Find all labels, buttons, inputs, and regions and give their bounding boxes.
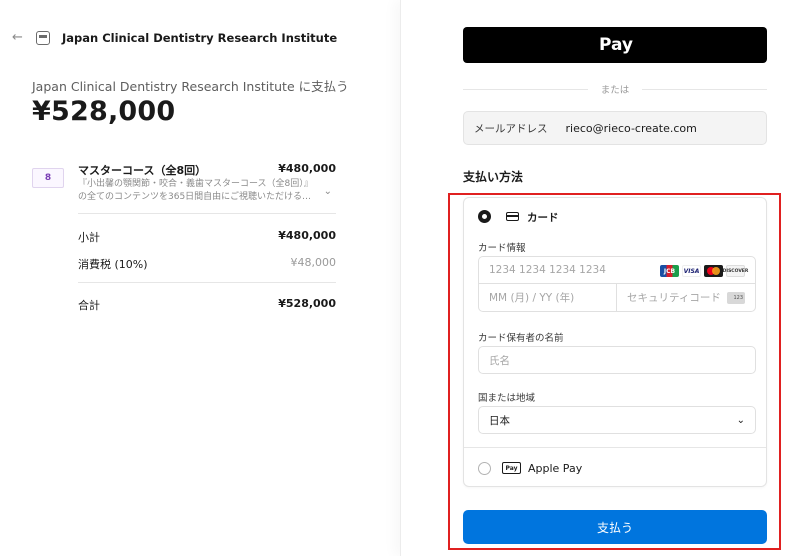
highlight-box <box>448 193 781 550</box>
subtotal-label: 小計 <box>78 231 100 244</box>
email-value: rieco@rieco-create.com <box>565 121 697 135</box>
chevron-down-icon[interactable]: ⌄ <box>324 186 332 197</box>
total-amount: ¥528,000 <box>32 96 176 127</box>
item-description: 『小出馨の顎関節・咬合・義歯マスターコース（全8回）』 の全てのコンテンツを36… <box>78 179 318 202</box>
tax-label: 消費税 (10%) <box>78 258 148 271</box>
pay-to-text: Japan Clinical Dentistry Research Instit… <box>32 79 349 94</box>
order-summary-panel: ← Japan Clinical Dentistry Research Inst… <box>0 0 400 556</box>
arrow-left-icon[interactable]: ← <box>12 30 28 45</box>
merchant-name: Japan Clinical Dentistry Research Instit… <box>62 30 338 45</box>
item-name: マスターコース（全8回） <box>78 164 207 177</box>
item-price: ¥480,000 <box>278 162 336 175</box>
merchant-header: ← Japan Clinical Dentistry Research Inst… <box>12 30 337 45</box>
total-label: 合計 <box>78 299 100 312</box>
store-icon <box>36 30 50 45</box>
divider <box>78 282 336 283</box>
tax-value: ¥48,000 <box>290 256 337 269</box>
payment-method-title: 支払い方法 <box>463 170 524 184</box>
tax-row: 消費税 (10%) ¥48,000 <box>78 256 336 272</box>
email-label: メールアドレス <box>474 122 548 135</box>
or-separator: または <box>463 82 767 96</box>
total-row: 合計 ¥528,000 <box>78 297 336 313</box>
product-thumbnail: 8 <box>32 168 64 188</box>
line-item: 8 マスターコース（全8回） ¥480,000 『小出馨の顎関節・咬合・義歯マス… <box>32 162 336 208</box>
email-field[interactable]: メールアドレス rieco@rieco-create.com <box>463 111 767 145</box>
apple-pay-button[interactable]: Pay <box>463 27 767 63</box>
total-value: ¥528,000 <box>278 297 336 310</box>
divider <box>78 213 336 214</box>
subtotal-value: ¥480,000 <box>278 229 336 242</box>
subtotal-row: 小計 ¥480,000 <box>78 229 336 245</box>
